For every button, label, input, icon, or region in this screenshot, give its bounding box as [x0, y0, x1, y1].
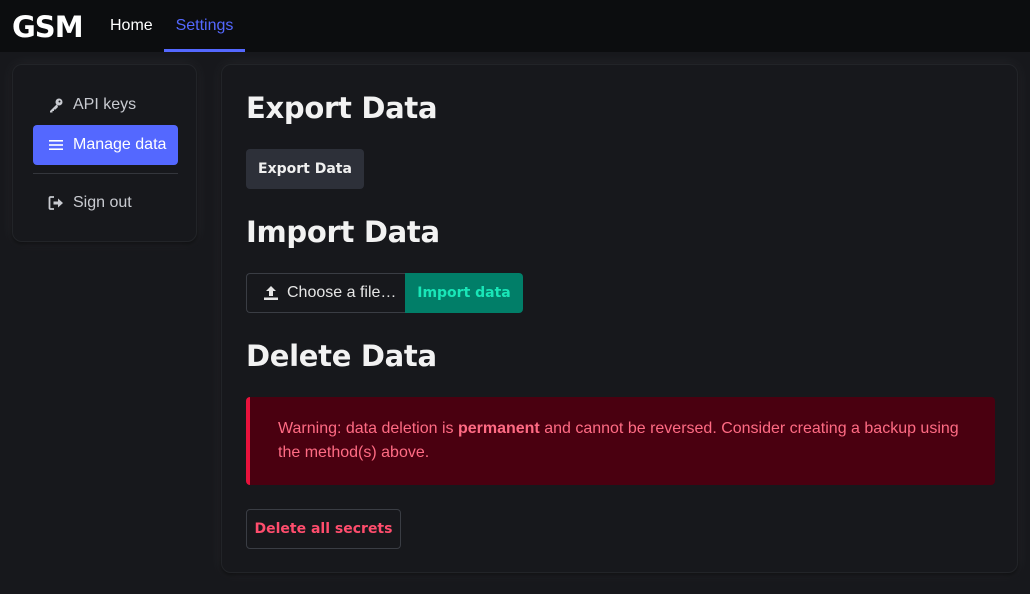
export-data-button[interactable]: Export Data [246, 149, 364, 189]
sidebar-item-manage-data[interactable]: Manage data [33, 125, 178, 165]
nav-settings-link[interactable]: Settings [164, 0, 245, 52]
manage-data-panel: Export Data Export Data Import Data Choo… [221, 64, 1018, 573]
brand-logo[interactable]: GSM [12, 10, 84, 44]
sidebar-item-api-keys[interactable]: API keys [33, 85, 178, 125]
sidebar-divider [33, 173, 178, 174]
export-heading: Export Data [246, 91, 438, 125]
choose-file-input[interactable]: Choose a file… [246, 273, 406, 313]
sidebar-item-label: Sign out [73, 194, 132, 211]
top-navbar: GSM Home Settings [0, 0, 1030, 52]
warning-text-prefix: Warning: data deletion is [278, 420, 458, 437]
import-data-button[interactable]: Import data [405, 273, 523, 313]
upload-icon [263, 285, 279, 301]
deletion-warning: Warning: data deletion is permanent and … [246, 397, 995, 485]
sign-out-icon [47, 194, 65, 212]
nav-home-link[interactable]: Home [98, 0, 165, 52]
key-icon [47, 96, 65, 114]
choose-file-label: Choose a file… [287, 284, 397, 301]
import-heading: Import Data [246, 215, 440, 249]
warning-text-bold: permanent [457, 420, 540, 437]
sidebar-item-sign-out[interactable]: Sign out [33, 183, 178, 223]
list-icon [47, 136, 65, 154]
sidebar-item-label: API keys [73, 96, 137, 113]
settings-sidebar: API keys Manage data Sign out [12, 64, 197, 242]
delete-all-secrets-button[interactable]: Delete all secrets [246, 509, 401, 549]
delete-heading: Delete Data [246, 339, 437, 373]
sidebar-item-label: Manage data [73, 136, 167, 153]
